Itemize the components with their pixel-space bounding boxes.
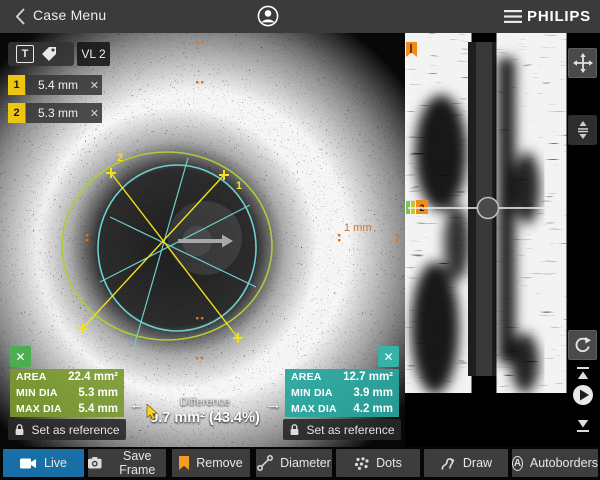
stat-label: MIN DIA (291, 387, 333, 399)
annotation-tools: T (8, 42, 74, 66)
lock-icon (16, 424, 24, 435)
skip-to-bottom-icon (576, 420, 589, 432)
measurement-chip-1: 1 5.4 mm ✕ (8, 75, 104, 95)
back-button[interactable] (8, 4, 32, 29)
autoborders-icon: A (512, 455, 523, 471)
bookmark-icon (179, 456, 190, 470)
stat-label: MAX DIA (291, 403, 337, 415)
tag-tool-button[interactable] (41, 46, 57, 62)
button-label: Diameter (280, 456, 331, 470)
diameter-button[interactable]: Diameter (256, 449, 332, 477)
measurement-chip-2: 2 5.3 mm ✕ (8, 103, 104, 123)
diameter-label-1: 1 (236, 180, 242, 192)
stat-row: MIN DIA 5.3 mm (10, 385, 124, 401)
live-video-icon (20, 458, 37, 468)
lock-icon (291, 424, 299, 435)
ild-strip-right[interactable] (498, 42, 563, 393)
stat-row: MAX DIA 5.4 mm (10, 401, 124, 417)
measurement-index: 2 (8, 103, 25, 123)
set-as-reference-button-right[interactable]: Set as reference (283, 419, 401, 440)
stat-value: 5.4 mm (78, 403, 118, 415)
move-icon (572, 53, 593, 73)
stat-value: 3.9 mm (353, 387, 393, 399)
vertical-fit-button[interactable] (568, 115, 597, 145)
pan-view-button[interactable] (568, 48, 597, 78)
delete-measurement-button[interactable]: ✕ (90, 103, 99, 123)
live-button[interactable]: Live (3, 449, 84, 477)
stat-label: AREA (16, 371, 47, 383)
slider-handle[interactable] (476, 196, 500, 220)
stat-value: 5.3 mm (78, 387, 118, 399)
autoborders-button[interactable]: A Autoborders (512, 449, 598, 477)
menu-button[interactable] (503, 7, 525, 26)
text-tool-button[interactable]: T (16, 45, 34, 63)
button-label: Live (44, 456, 67, 470)
user-profile-button[interactable] (257, 5, 279, 27)
stat-row: AREA 12.7 mm² (285, 369, 399, 385)
dots-icon (355, 456, 369, 470)
reference-stats-panel: AREA 22.4 mm² MIN DIA 5.3 mm MAX DIA 5.4… (10, 369, 124, 417)
delete-measurement-button[interactable]: ✕ (90, 75, 99, 95)
stat-row: AREA 22.4 mm² (10, 369, 124, 385)
stat-label: AREA (291, 371, 322, 383)
close-current-panel-button[interactable]: ✕ (378, 346, 399, 367)
vertical-expand-icon (577, 121, 588, 139)
cursor-pointer (146, 404, 158, 421)
transverse-ivus-view[interactable]: 2 1 1 mm T VL 2 1 5.4 mm ✕ 2 5.3 mm ✕ ✕ … (0, 33, 405, 447)
rotate-view-button[interactable] (568, 330, 597, 360)
skip-to-top-icon (576, 367, 589, 379)
person-icon (257, 5, 279, 27)
philips-logo: PHILIPS (527, 8, 591, 25)
set-as-reference-label: Set as reference (306, 422, 395, 437)
ivus-application: Case Menu PHILIPS 2 1 1 mm T VL 2 1 5.4 … (0, 0, 600, 480)
diameter-icon (257, 455, 274, 471)
ild-strip-left[interactable] (405, 42, 470, 394)
button-label: Save Frame (119, 449, 156, 477)
longitudinal-ild-panel: 2 (405, 33, 600, 447)
play-button[interactable] (568, 380, 597, 410)
close-reference-panel-button[interactable]: ✕ (10, 346, 31, 367)
bottom-toolbar: Live Save Frame Remove Diameter Dots Dra… (0, 447, 600, 480)
measurement-index: 1 (8, 75, 25, 95)
dots-button[interactable]: Dots (336, 449, 420, 477)
catheter-artifact (168, 201, 242, 275)
scale-label: 1 mm (344, 222, 372, 234)
set-as-reference-label: Set as reference (31, 422, 120, 437)
chevron-left-icon (15, 8, 25, 25)
frame-markers (406, 200, 428, 214)
draw-icon (441, 457, 455, 470)
save-frame-button[interactable]: Save Frame (88, 449, 166, 477)
button-label: Draw (462, 456, 493, 470)
page-title: Case Menu (33, 7, 107, 23)
stat-row: MAX DIA 4.2 mm (285, 401, 399, 417)
button-label: Dots (376, 456, 402, 470)
button-label: Remove (196, 456, 243, 470)
diameter-label-2: 2 (117, 152, 123, 164)
top-bar: Case Menu PHILIPS (0, 0, 600, 33)
frame-tag-label: VL 2 (77, 42, 110, 66)
stat-label: MAX DIA (16, 403, 62, 415)
stat-row: MIN DIA 3.9 mm (285, 385, 399, 401)
rotate-icon (575, 336, 591, 352)
set-as-reference-button-left[interactable]: Set as reference (8, 419, 126, 440)
hamburger-icon (504, 10, 522, 23)
tag-icon (42, 47, 56, 61)
stat-value: 22.4 mm² (68, 371, 118, 383)
draw-button[interactable]: Draw (424, 449, 508, 477)
current-stats-panel: AREA 12.7 mm² MIN DIA 3.9 mm MAX DIA 4.2… (285, 369, 399, 417)
jump-to-end-button[interactable] (568, 414, 597, 436)
camera-icon (88, 457, 102, 469)
stat-value: 12.7 mm² (343, 371, 393, 383)
difference-label: Difference (180, 396, 230, 408)
stat-value: 4.2 mm (353, 403, 393, 415)
button-label: Autoborders (529, 456, 598, 470)
main-area: 2 1 1 mm T VL 2 1 5.4 mm ✕ 2 5.3 mm ✕ ✕ … (0, 33, 600, 447)
stat-label: MIN DIA (16, 387, 58, 399)
play-icon (572, 385, 593, 405)
remove-button[interactable]: Remove (172, 449, 250, 477)
